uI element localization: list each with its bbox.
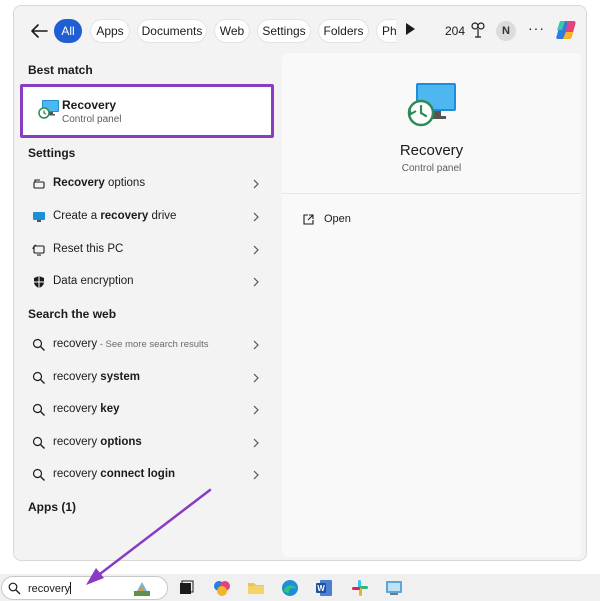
settings-item-recovery-options[interactable]: Recovery options	[22, 169, 272, 199]
annotation-highlight-box	[20, 84, 274, 138]
rewards-icon[interactable]	[470, 21, 486, 39]
apps-heading[interactable]: Apps (1)	[28, 500, 76, 514]
task-view-icon[interactable]	[176, 578, 196, 598]
copilot-icon[interactable]	[554, 18, 578, 42]
back-arrow-icon[interactable]	[28, 20, 50, 42]
search-icon	[32, 436, 45, 449]
web-result-label: recovery - See more search results	[53, 338, 209, 350]
taskbar: recovery W	[0, 574, 600, 601]
chevron-right-icon	[253, 245, 259, 255]
web-result-recovery-key[interactable]: recovery key	[22, 395, 272, 425]
tab-documents[interactable]: Documents	[137, 19, 207, 43]
tab-settings[interactable]: Settings	[257, 19, 311, 43]
settings-item-label: Create a recovery drive	[53, 210, 177, 222]
search-panel: All Apps Documents Web Settings Folders …	[13, 5, 587, 561]
tab-photos[interactable]: Ph	[376, 19, 396, 43]
settings-item-reset-this-pc[interactable]: Reset this PC	[22, 235, 272, 265]
tab-all[interactable]: All	[54, 19, 82, 43]
divider	[282, 193, 581, 194]
slack-icon[interactable]	[350, 578, 370, 598]
chevron-right-icon	[253, 340, 259, 350]
file-explorer-icon[interactable]	[246, 578, 266, 598]
chevron-right-icon	[253, 470, 259, 480]
chevron-right-icon	[253, 373, 259, 383]
chevron-right-icon	[253, 212, 259, 222]
web-result-label: recovery key	[53, 403, 120, 415]
chevron-right-icon	[253, 438, 259, 448]
detail-title: Recovery	[399, 142, 464, 159]
settings-item-create-recovery-drive[interactable]: Create a recovery drive	[22, 202, 272, 232]
web-result-label: recovery connect login	[53, 468, 176, 480]
settings-item-label: Reset this PC	[53, 243, 124, 255]
word-icon[interactable]: W	[314, 578, 334, 598]
open-button[interactable]: Open	[296, 209, 416, 231]
scroll-tabs-right-icon[interactable]	[406, 23, 415, 35]
search-value: recovery	[28, 582, 72, 595]
search-icon	[32, 468, 45, 481]
settings-item-data-encryption[interactable]: Data encryption	[22, 267, 272, 297]
edge-icon[interactable]	[280, 578, 300, 598]
web-result-recovery[interactable]: recovery - See more search results	[22, 330, 272, 360]
tab-web[interactable]: Web	[214, 19, 250, 43]
settings-item-label: Data encryption	[53, 275, 134, 287]
avatar[interactable]: N	[496, 21, 516, 41]
reset-pc-icon	[32, 244, 45, 256]
svg-text:W: W	[317, 584, 325, 593]
chevron-right-icon	[253, 179, 259, 189]
web-result-label: recovery options	[53, 436, 142, 448]
shield-icon	[34, 276, 44, 288]
settings-item-label: Recovery options	[53, 177, 146, 189]
open-external-icon	[303, 214, 314, 225]
search-icon	[32, 338, 45, 351]
recovery-monitor-icon	[407, 83, 456, 127]
open-label: Open	[324, 213, 351, 225]
search-web-heading: Search the web	[28, 307, 117, 321]
tab-folders[interactable]: Folders	[318, 19, 369, 43]
chevron-right-icon	[253, 405, 259, 415]
settings-heading: Settings	[28, 146, 76, 160]
filter-bar: All Apps Documents Web Settings Folders …	[14, 6, 586, 56]
recovery-drive-icon	[33, 212, 45, 222]
web-result-label: recovery system	[53, 371, 140, 383]
search-icon	[8, 582, 21, 595]
control-panel-icon[interactable]	[384, 578, 404, 598]
more-options-icon[interactable]: ···	[528, 20, 545, 36]
rewards-points: 204	[445, 24, 466, 38]
web-result-recovery-connect-login[interactable]: recovery connect login	[22, 460, 272, 490]
copilot-icon[interactable]	[212, 578, 232, 598]
detail-pane: Recovery Control panel Open	[282, 53, 581, 557]
search-icon	[32, 371, 45, 384]
chevron-right-icon	[253, 277, 259, 287]
widgets-icon[interactable]	[132, 578, 152, 598]
web-result-recovery-options[interactable]: recovery options	[22, 428, 272, 458]
recovery-icon	[33, 179, 45, 189]
tab-apps[interactable]: Apps	[90, 19, 130, 43]
web-result-recovery-system[interactable]: recovery system	[22, 363, 272, 393]
detail-subtitle: Control panel	[401, 163, 462, 174]
best-match-heading: Best match	[28, 63, 93, 77]
search-icon	[32, 403, 45, 416]
